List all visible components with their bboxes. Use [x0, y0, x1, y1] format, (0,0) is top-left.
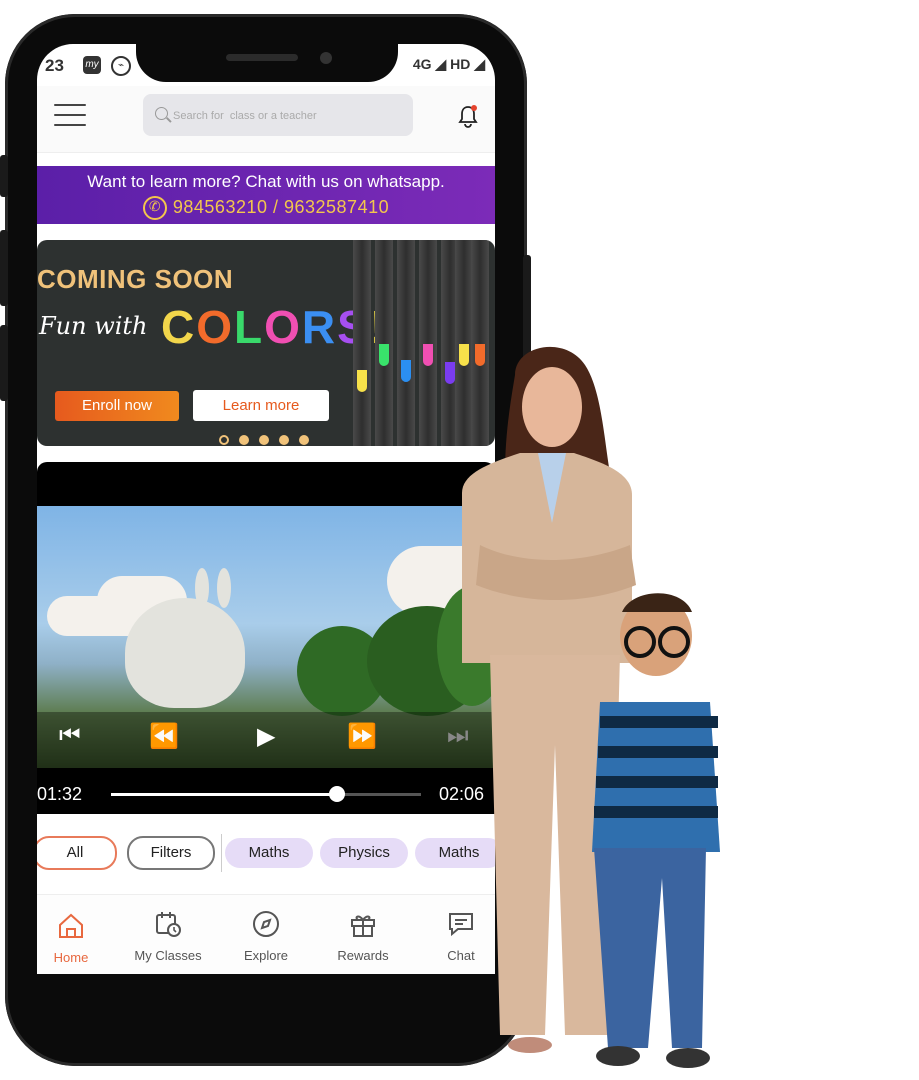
colors-letter: O [196, 301, 235, 353]
colors-letter: L [234, 301, 265, 353]
rewind-icon[interactable]: ⏪ [149, 722, 179, 751]
status-time: 23 [45, 56, 64, 75]
menu-icon[interactable] [54, 104, 86, 126]
tab-my-classes-label: My Classes [134, 948, 202, 963]
app-header [37, 86, 495, 153]
calendar-clock-icon [156, 912, 181, 937]
chips-divider [221, 834, 222, 872]
whatsapp-numbers: 984563210 / 9632587410 [172, 196, 390, 217]
home-icon [59, 913, 83, 938]
bottom-tab-bar: Home My Classes Explore Rewards Chat [37, 894, 495, 975]
phone-notch [136, 30, 398, 82]
signal-indicators: 4G ◢ HD ◢ [413, 56, 485, 73]
tab-explore[interactable]: Explore [221, 909, 311, 963]
video-timebar: 01:32 02:06 [37, 772, 495, 814]
camera-icon [320, 52, 332, 64]
tab-home-label: Home [53, 950, 89, 965]
speaker-icon [226, 54, 298, 61]
learn-more-button[interactable]: Learn more [193, 390, 329, 421]
carousel-dots [219, 432, 319, 446]
network-type: 4G [412, 56, 432, 72]
whatsapp-banner[interactable]: Want to learn more? Chat with us on what… [37, 166, 495, 224]
carousel-dot[interactable] [239, 435, 249, 445]
colors-letter: O [264, 301, 302, 353]
mytrip-icon: my [83, 56, 101, 74]
carousel-dot[interactable] [219, 435, 229, 445]
chip-maths[interactable]: Maths [225, 838, 313, 868]
chip-filters[interactable]: Filters [127, 836, 215, 870]
fast-forward-icon[interactable]: ⏩ [347, 722, 377, 751]
chip-physics[interactable]: Physics [320, 838, 408, 868]
whatsapp-numbers-row: 984563210 / 9632587410 [37, 196, 495, 220]
tab-rewards-label: Rewards [337, 948, 389, 963]
signal-icon: ◢ [435, 56, 447, 72]
promo-carousel[interactable]: COMING SOON Fun with COLORS! Enroll now … [37, 240, 495, 446]
gift-icon [351, 915, 375, 937]
play-icon[interactable]: ▶ [257, 722, 275, 751]
chip-all[interactable]: All [37, 836, 117, 870]
skip-previous-icon[interactable]: ⏮ [59, 722, 81, 750]
hd-label: HD [450, 56, 471, 72]
enroll-now-button[interactable]: Enroll now [55, 391, 179, 421]
boy-student-image [592, 593, 720, 1068]
signal-icon-2: ◢ [474, 56, 485, 72]
compass-icon [253, 911, 279, 937]
carousel-dot[interactable] [299, 435, 309, 445]
whatsapp-icon [142, 196, 167, 220]
whatsapp-banner-text: Want to learn more? Chat with us on what… [87, 172, 445, 191]
seek-progress [111, 793, 338, 796]
phone-screen: 23 my ⌁ 4G ◢ HD ◢ Want to learn more? Ch… [37, 44, 495, 999]
colors-letter: C [161, 301, 197, 353]
search-icon [155, 107, 168, 120]
search-box[interactable] [143, 94, 413, 136]
seek-handle[interactable] [329, 786, 346, 802]
phone-volume-down [0, 325, 8, 401]
phone-volume-up [0, 230, 8, 306]
tab-home[interactable]: Home [37, 911, 116, 965]
carousel-dot[interactable] [259, 435, 269, 445]
tab-my-classes[interactable]: My Classes [123, 909, 213, 963]
current-time: 01:32 [37, 784, 83, 804]
seek-bar[interactable] [111, 786, 421, 802]
bell-icon[interactable] [457, 104, 479, 128]
promo-heading: COMING SOON [37, 264, 234, 294]
video-controls: ⏮ ⏪ ▶ ⏩ ⏭ [37, 712, 495, 772]
bunny-character [125, 568, 245, 708]
screen-bottom-bezel [37, 974, 495, 999]
phone-side-button [0, 155, 8, 197]
category-chips: All Filters Maths Physics Maths [37, 834, 495, 872]
carousel-dot[interactable] [279, 435, 289, 445]
video-player[interactable]: ⏮ ⏪ ▶ ⏩ ⏭ 01:32 02:06 [37, 462, 495, 814]
tab-explore-label: Explore [243, 948, 289, 963]
activity-icon: ⌁ [111, 56, 131, 76]
search-input[interactable] [171, 104, 405, 128]
tab-rewards[interactable]: Rewards [318, 909, 408, 963]
colors-letter: R [301, 301, 338, 353]
promo-script-text: Fun with [39, 312, 148, 340]
